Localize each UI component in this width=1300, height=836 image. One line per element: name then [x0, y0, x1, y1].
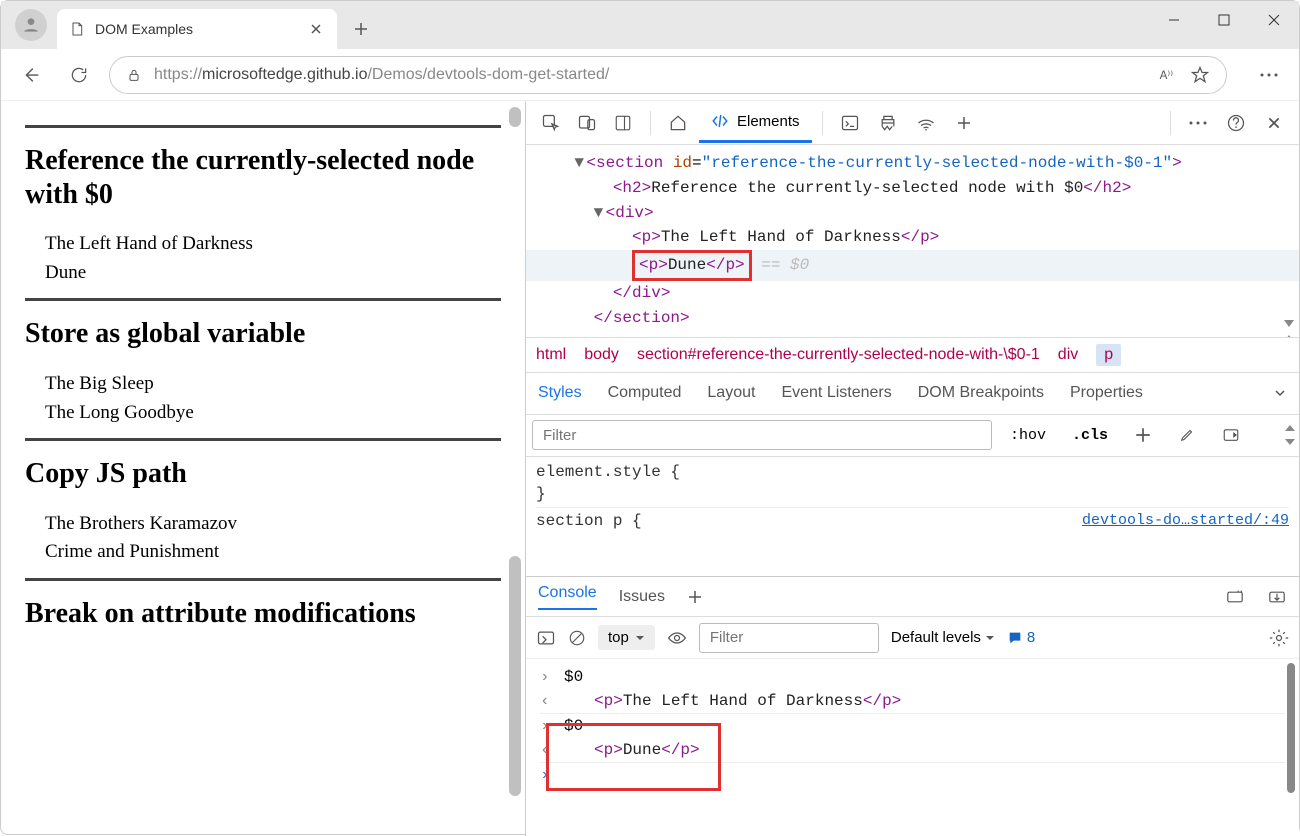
- url-text: https://microsoftedge.github.io/Demos/de…: [154, 66, 1146, 84]
- settings-ellipsis-icon[interactable]: [1181, 106, 1215, 140]
- close-button[interactable]: [1249, 1, 1299, 39]
- eventlisteners-tab[interactable]: Event Listeners: [781, 384, 891, 402]
- page-pane: Reference the currently-selected node wi…: [1, 101, 526, 836]
- console-input-text: $0: [564, 668, 583, 686]
- inspect-icon[interactable]: [534, 106, 568, 140]
- dock-icon[interactable]: [606, 106, 640, 140]
- drawer-tabbar: Console Issues: [526, 577, 1299, 617]
- console-toolbar: top Default levels 8: [526, 617, 1299, 659]
- context-selector[interactable]: top: [598, 625, 655, 650]
- elements-icon: [711, 112, 729, 130]
- maximize-button[interactable]: [1199, 1, 1249, 39]
- browser-tab[interactable]: DOM Examples: [57, 9, 337, 49]
- styles-tabbar: Styles Computed Layout Event Listeners D…: [526, 373, 1299, 415]
- page-scrollbar[interactable]: [509, 101, 523, 836]
- tab-title: DOM Examples: [95, 21, 297, 37]
- message-count[interactable]: 8: [1007, 629, 1035, 646]
- new-style-button[interactable]: [1126, 422, 1160, 448]
- url-field[interactable]: https://microsoftedge.github.io/Demos/de…: [109, 56, 1227, 94]
- breadcrumb-item[interactable]: body: [584, 346, 619, 364]
- live-expression-icon[interactable]: [667, 630, 687, 646]
- selected-dom-node[interactable]: <p>Dune</p> == $0: [526, 250, 1299, 281]
- console-tab[interactable]: Console: [538, 584, 597, 610]
- devtools-drawer: Console Issues top Default levels 8 ›$0 …: [526, 576, 1299, 836]
- window-controls: [1149, 1, 1299, 39]
- list-item: The Long Goodbye: [45, 400, 501, 427]
- main-area: Reference the currently-selected node wi…: [1, 101, 1299, 836]
- toggle-pane-icon[interactable]: [1214, 422, 1248, 448]
- page-content[interactable]: Reference the currently-selected node wi…: [1, 101, 525, 836]
- console-filter-input[interactable]: [699, 623, 879, 653]
- section-heading: Break on attribute modifications: [25, 597, 501, 631]
- issues-tab[interactable]: Issues: [619, 588, 665, 606]
- address-bar: https://microsoftedge.github.io/Demos/de…: [1, 49, 1299, 101]
- network-tab-icon[interactable]: [909, 106, 943, 140]
- drawer-expand-icon[interactable]: [1225, 589, 1245, 605]
- styles-toolbar: :hov .cls: [526, 415, 1299, 457]
- titlebar: DOM Examples: [1, 1, 1299, 49]
- more-tabs-button[interactable]: [947, 106, 981, 140]
- section-heading: Copy JS path: [25, 457, 501, 491]
- dom-pane: ••• ▼<section id="reference-the-currentl…: [526, 145, 1299, 576]
- device-icon[interactable]: [570, 106, 604, 140]
- devtools-close-button[interactable]: [1257, 106, 1291, 140]
- dom-breadcrumb: html body section#reference-the-currentl…: [526, 337, 1299, 373]
- page-icon: [69, 21, 85, 37]
- lock-icon: [126, 67, 142, 83]
- minimize-button[interactable]: [1149, 1, 1199, 39]
- style-rule: element.style {: [536, 463, 1289, 481]
- style-selector: section p {: [536, 512, 642, 530]
- styles-filter-input[interactable]: [532, 420, 992, 450]
- console-sidebar-icon[interactable]: [536, 629, 556, 647]
- menu-button[interactable]: [1251, 57, 1287, 93]
- styles-more-icon[interactable]: [1273, 386, 1287, 400]
- styles-tab[interactable]: Styles: [538, 384, 582, 402]
- favorite-icon[interactable]: [1190, 65, 1210, 85]
- brush-icon[interactable]: [1170, 422, 1204, 448]
- sources-tab-icon[interactable]: [871, 106, 905, 140]
- section-heading: Reference the currently-selected node wi…: [25, 144, 501, 211]
- style-brace: }: [536, 485, 1289, 503]
- console-scrollbar[interactable]: [1285, 663, 1297, 832]
- log-levels-selector[interactable]: Default levels: [891, 629, 995, 646]
- new-tab-button[interactable]: [343, 11, 379, 47]
- list-item: Dune: [45, 260, 501, 287]
- read-aloud-icon[interactable]: A⁾⁾: [1158, 65, 1178, 85]
- add-drawer-tab-button[interactable]: [687, 589, 703, 605]
- elements-tab[interactable]: Elements: [699, 103, 812, 143]
- help-icon[interactable]: [1219, 106, 1253, 140]
- properties-tab[interactable]: Properties: [1070, 384, 1143, 402]
- breadcrumb-item[interactable]: p: [1096, 344, 1121, 366]
- breadcrumb-item[interactable]: section#reference-the-currently-selected…: [637, 346, 1040, 364]
- computed-tab[interactable]: Computed: [608, 384, 682, 402]
- breadcrumb-item[interactable]: html: [536, 346, 566, 364]
- layout-tab[interactable]: Layout: [707, 384, 755, 402]
- devtools-tabbar: Elements: [526, 101, 1299, 145]
- drawer-dock-icon[interactable]: [1267, 589, 1287, 605]
- devtools-panel: Elements ••• ▼<section id="reference-the…: [526, 101, 1299, 836]
- dom-tree[interactable]: ••• ▼<section id="reference-the-currentl…: [526, 145, 1299, 337]
- console-tab-icon[interactable]: [833, 106, 867, 140]
- list-item: Crime and Punishment: [45, 539, 501, 566]
- dombreakpoints-tab[interactable]: DOM Breakpoints: [918, 384, 1044, 402]
- list-item: The Big Sleep: [45, 371, 501, 398]
- styles-body[interactable]: element.style { } section p { devtools-d…: [526, 457, 1299, 540]
- breadcrumb-item[interactable]: div: [1058, 346, 1078, 364]
- console-settings-icon[interactable]: [1269, 628, 1289, 648]
- svg-text:A⁾⁾: A⁾⁾: [1160, 69, 1174, 82]
- clear-console-icon[interactable]: [568, 629, 586, 647]
- list-item: The Left Hand of Darkness: [45, 231, 501, 258]
- profile-icon[interactable]: [15, 9, 47, 41]
- section-heading: Store as global variable: [25, 317, 501, 351]
- refresh-button[interactable]: [61, 57, 97, 93]
- cls-button[interactable]: .cls: [1064, 423, 1116, 448]
- hov-button[interactable]: :hov: [1002, 423, 1054, 448]
- welcome-tab-icon[interactable]: [661, 106, 695, 140]
- tab-close-button[interactable]: [307, 20, 325, 38]
- back-button[interactable]: [13, 57, 49, 93]
- list-item: The Brothers Karamazov: [45, 511, 501, 538]
- source-link[interactable]: devtools-do…started/:49: [1082, 512, 1289, 529]
- highlight-box: [546, 723, 721, 791]
- console-body[interactable]: ›$0 ‹<p>The Left Hand of Darkness</p> ›$…: [526, 659, 1299, 836]
